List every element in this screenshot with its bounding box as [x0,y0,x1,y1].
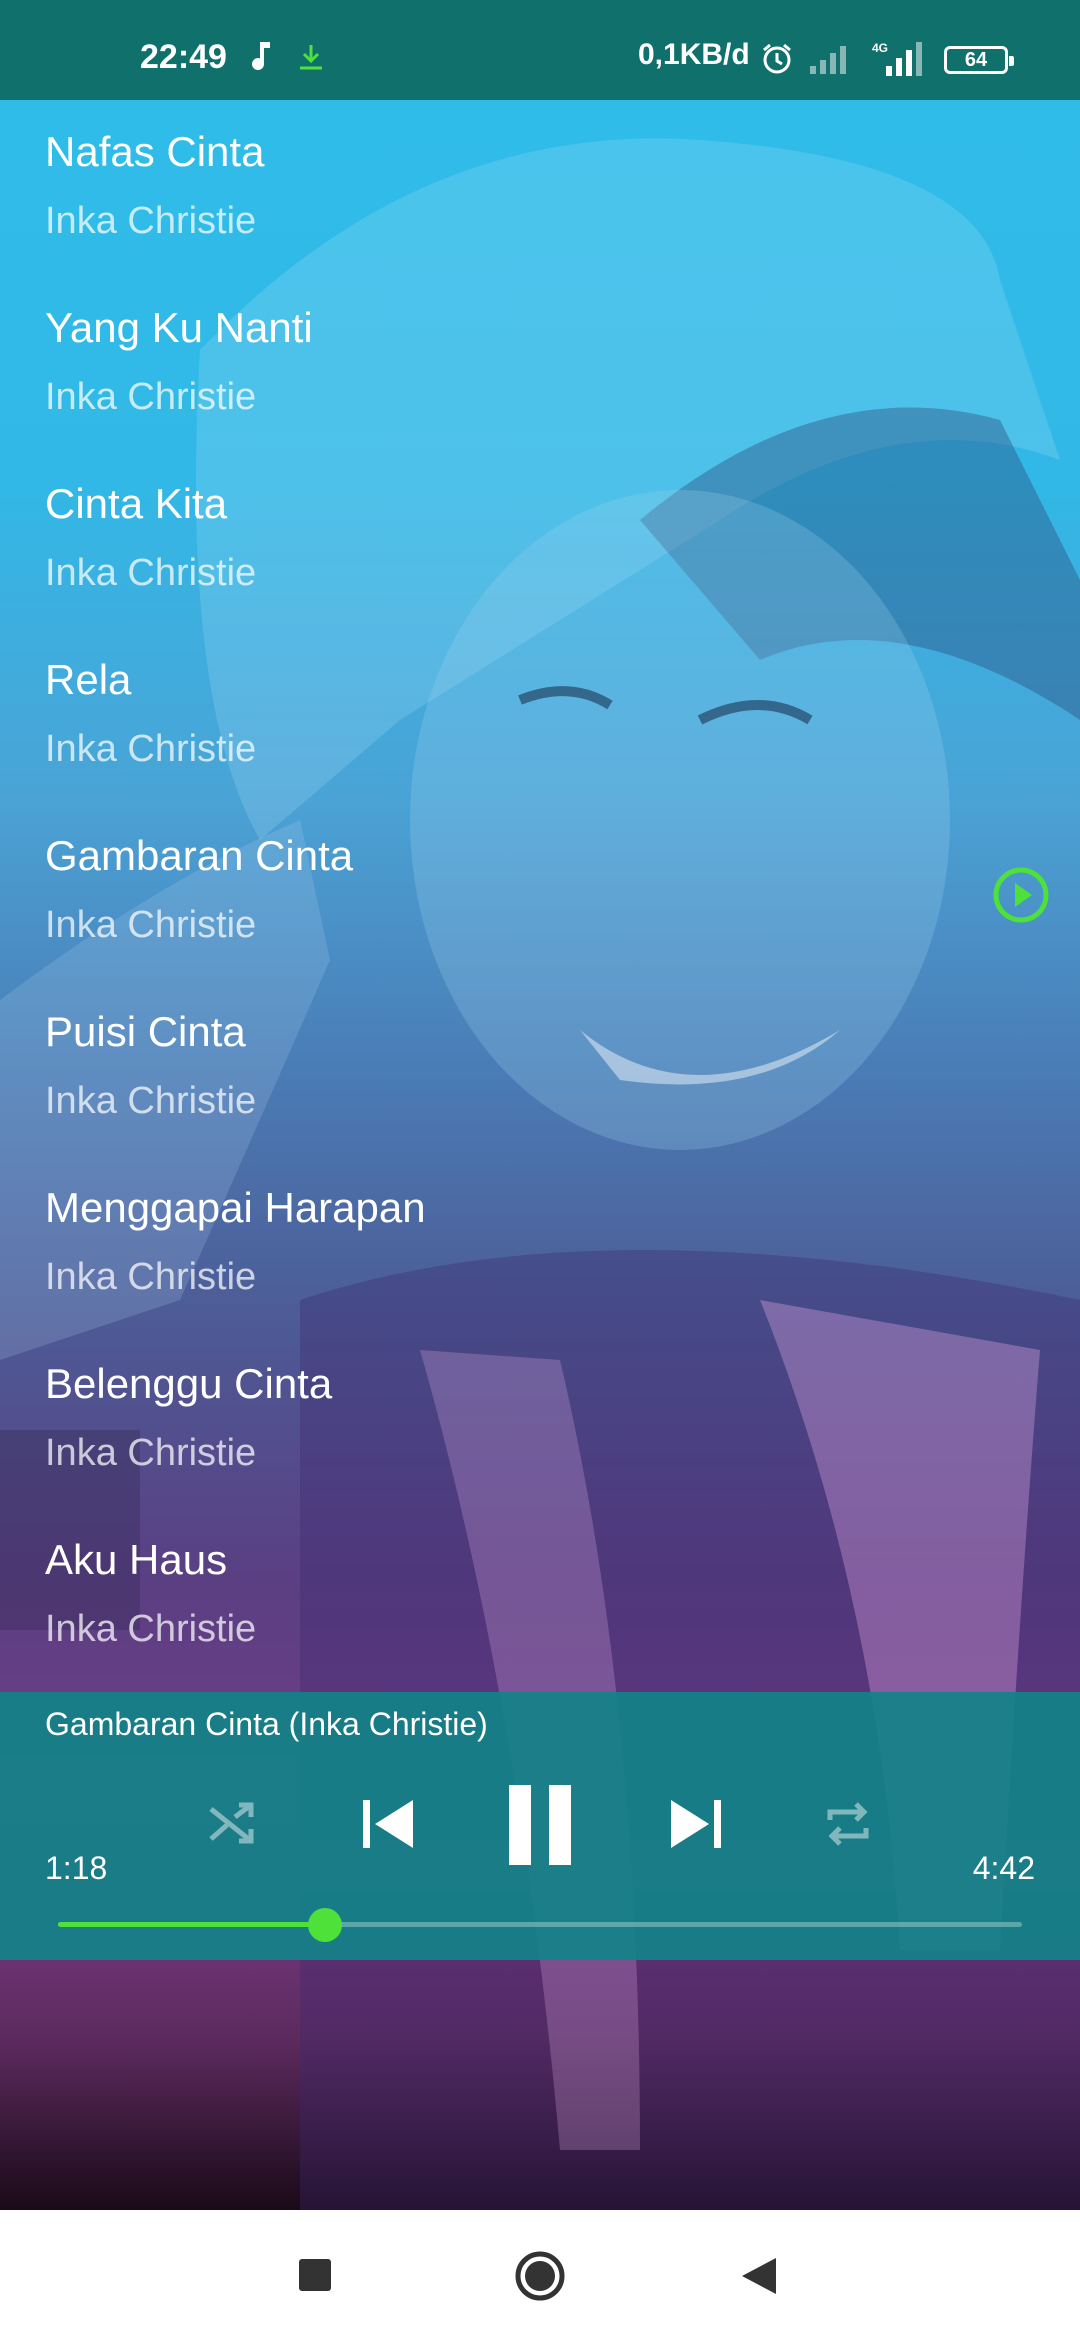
alarm-icon [760,42,794,81]
track-artist: Inka Christie [45,1608,257,1650]
list-item[interactable]: Rela Inka Christie [0,628,1080,804]
list-item-playing[interactable]: Gambaran Cinta Inka Christie [0,804,1080,980]
shuffle-icon[interactable] [200,1792,264,1856]
playlist: Nafas Cinta Inka Christie Yang Ku Nanti … [0,100,1080,1684]
total-duration: 4:42 [972,1850,1035,1886]
4g-signal-icon: 4G [870,40,930,81]
status-bar: 22:49 0,1KB/d 4G 64 [0,0,1080,100]
music-note-icon [248,40,276,77]
seek-thumb[interactable] [308,1908,343,1942]
next-icon[interactable] [660,1792,730,1856]
svg-text:4G: 4G [872,41,888,55]
previous-icon[interactable] [354,1792,424,1856]
repeat-icon[interactable] [816,1792,880,1856]
seek-progress [58,1922,326,1927]
track-artist: Inka Christie [45,376,257,418]
list-item[interactable]: Cinta Kita Inka Christie [0,452,1080,628]
list-item[interactable]: Belenggu Cinta Inka Christie [0,1332,1080,1508]
track-title: Belenggu Cinta [45,1360,333,1407]
track-title: Rela [45,656,132,703]
track-artist: Inka Christie [45,1432,257,1474]
back-icon[interactable] [740,2256,778,2301]
track-artist: Inka Christie [45,1256,257,1298]
list-item[interactable]: Menggapai Harapan Inka Christie [0,1156,1080,1332]
status-time: 22:49 [140,38,227,76]
pause-icon[interactable] [500,1780,580,1870]
list-item[interactable]: Puisi Cinta Inka Christie [0,980,1080,1156]
recents-icon[interactable] [298,2258,332,2297]
track-title: Cinta Kita [45,480,228,527]
now-playing-label: Gambaran Cinta (Inka Christie) [45,1706,488,1742]
track-artist: Inka Christie [45,728,257,770]
list-item[interactable]: Yang Ku Nanti Inka Christie [0,276,1080,452]
track-title: Yang Ku Nanti [45,304,313,351]
list-item[interactable]: Aku Haus Inka Christie [0,1508,1080,1684]
track-artist: Inka Christie [45,552,257,594]
battery-icon: 64 [944,46,1014,74]
track-title: Nafas Cinta [45,128,265,175]
track-title: Gambaran Cinta [45,832,354,879]
navigation-bar [0,2210,1080,2340]
track-title: Menggapai Harapan [45,1184,426,1231]
seek-bar[interactable] [58,1908,1022,1942]
download-icon [296,42,326,77]
elapsed-time: 1:18 [45,1850,108,1886]
now-playing-icon [992,866,1050,929]
home-icon[interactable] [514,2250,566,2307]
list-item[interactable]: Nafas Cinta Inka Christie [0,100,1080,276]
track-artist: Inka Christie [45,200,257,242]
signal-icon [808,44,852,79]
track-artist: Inka Christie [45,904,257,946]
track-artist: Inka Christie [45,1080,257,1122]
network-speed: 0,1KB/d [638,38,750,71]
player-panel: Gambaran Cinta (Inka Christie) 1:18 4:42 [0,1692,1080,1960]
track-title: Puisi Cinta [45,1008,246,1055]
track-title: Aku Haus [45,1536,228,1583]
